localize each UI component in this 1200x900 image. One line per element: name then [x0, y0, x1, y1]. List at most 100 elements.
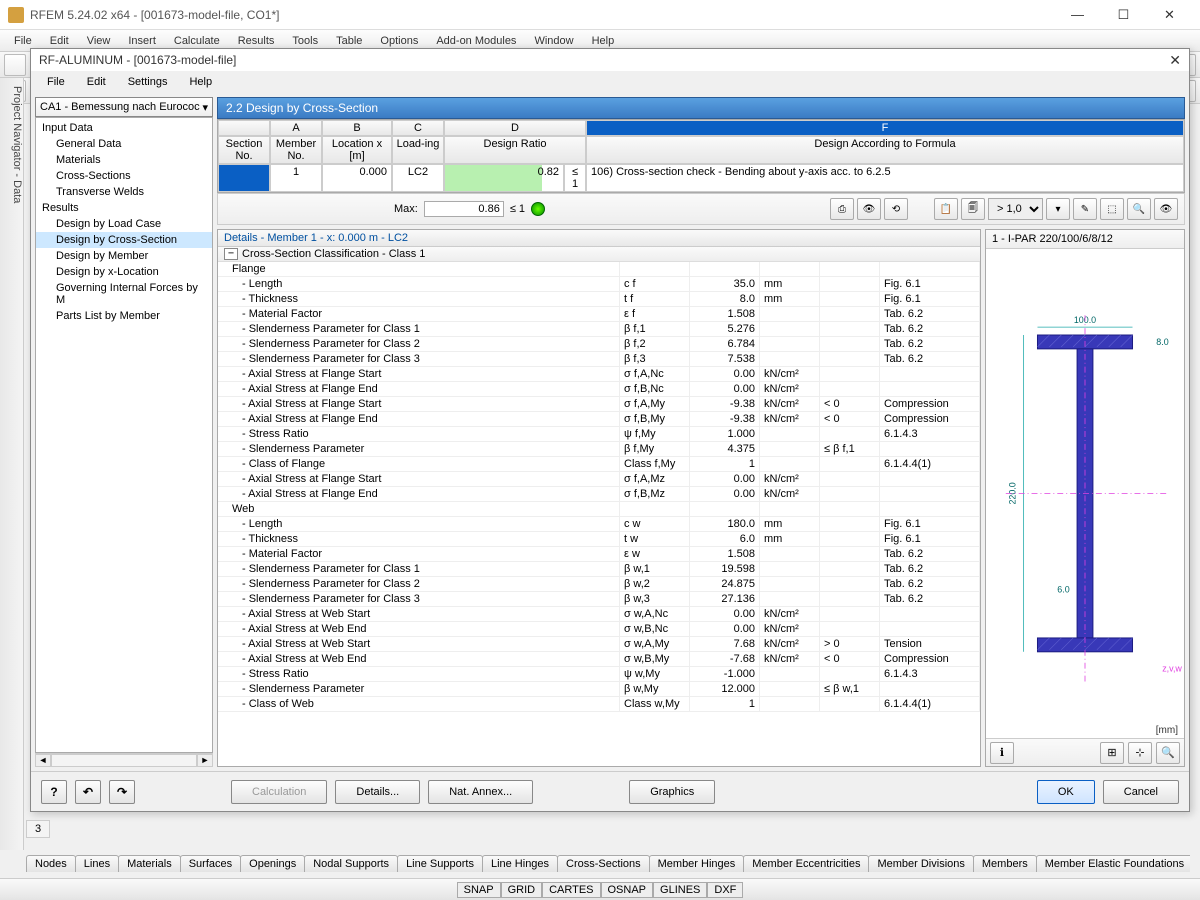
scroll-left-icon[interactable]: ◄	[35, 754, 51, 767]
table-tab[interactable]: Member Eccentricities	[743, 855, 869, 872]
detail-row[interactable]: - Slenderness Parameterβ f,My4.375≤ β f,…	[218, 442, 980, 457]
detail-row[interactable]: - Slenderness Parameter for Class 3β w,3…	[218, 592, 980, 607]
table-tab[interactable]: Members	[973, 855, 1037, 872]
detail-row[interactable]: - Axial Stress at Flange Startσ f,A,Mz0.…	[218, 472, 980, 487]
maximize-button[interactable]: ☐	[1101, 1, 1146, 29]
details-group[interactable]: − Cross-Section Classification - Class 1	[218, 247, 980, 262]
table-tab[interactable]: Member Hinges	[649, 855, 745, 872]
status-cartes[interactable]: CARTES	[542, 882, 600, 898]
detail-row[interactable]: - Axial Stress at Web Startσ w,A,My7.68k…	[218, 637, 980, 652]
tool-button[interactable]: 👁	[857, 198, 881, 220]
detail-row[interactable]: - Axial Stress at Web Endσ w,B,My-7.68kN…	[218, 652, 980, 667]
status-glines[interactable]: GLINES	[653, 882, 707, 898]
cs-tool-button[interactable]: 🔍	[1156, 742, 1180, 764]
nav-item[interactable]: Materials	[36, 152, 212, 168]
tool-button[interactable]: 🔍	[1127, 198, 1151, 220]
tool-button[interactable]: ⬚	[1100, 198, 1124, 220]
nav-results[interactable]: Results	[36, 200, 212, 216]
grid-row[interactable]: 1 0.000 LC2 0.82 ≤ 1 106) Cross-section …	[218, 164, 1184, 192]
detail-row[interactable]: - Slenderness Parameter for Class 1β f,1…	[218, 322, 980, 337]
menu-add-on-modules[interactable]: Add-on Modules	[428, 33, 524, 49]
detail-row[interactable]: - Stress Ratioψ w,My-1.0006.1.4.3	[218, 667, 980, 682]
table-tab[interactable]: Line Supports	[397, 855, 483, 872]
detail-row[interactable]: - Axial Stress at Flange Startσ f,A,My-9…	[218, 397, 980, 412]
dlg-menu-file[interactable]: File	[37, 74, 75, 90]
nav-input-data[interactable]: Input Data	[36, 120, 212, 136]
scroll-right-icon[interactable]: ►	[197, 754, 213, 767]
tool-button[interactable]: ✎	[1073, 198, 1097, 220]
row-selector[interactable]	[218, 164, 270, 192]
info-button[interactable]: ℹ	[990, 742, 1014, 764]
minimize-button[interactable]: —	[1055, 1, 1100, 29]
nav-item[interactable]: Design by Cross-Section	[36, 232, 212, 248]
table-tab[interactable]: Lines	[75, 855, 119, 872]
nav-item[interactable]: Design by x-Location	[36, 264, 212, 280]
detail-row[interactable]: - Thicknesst w6.0mmFig. 6.1	[218, 532, 980, 547]
dlg-menu-settings[interactable]: Settings	[118, 74, 178, 90]
table-tab[interactable]: Member Divisions	[868, 855, 973, 872]
table-tab[interactable]: Nodes	[26, 855, 76, 872]
nav-item[interactable]: Transverse Welds	[36, 184, 212, 200]
help-button[interactable]: ?	[41, 780, 67, 804]
filter-select[interactable]: > 1,0	[988, 198, 1043, 220]
menu-options[interactable]: Options	[372, 33, 426, 49]
detail-row[interactable]: - Thicknesst f8.0mmFig. 6.1	[218, 292, 980, 307]
details-table[interactable]: Details - Member 1 - x: 0.000 m - LC2 − …	[217, 229, 981, 767]
status-snap[interactable]: SNAP	[457, 882, 501, 898]
detail-row[interactable]: - Class of WebClass w,My16.1.4.4(1)	[218, 697, 980, 712]
dlg-menu-edit[interactable]: Edit	[77, 74, 116, 90]
max-value-field[interactable]	[424, 201, 504, 217]
results-grid[interactable]: A B C D F Section No. Member No. Locatio…	[217, 119, 1185, 193]
dialog-close-button[interactable]: ✕	[1169, 52, 1181, 69]
detail-row[interactable]: - Axial Stress at Flange Endσ f,B,Nc0.00…	[218, 382, 980, 397]
status-osnap[interactable]: OSNAP	[601, 882, 654, 898]
nat-annex-button[interactable]: Nat. Annex...	[428, 780, 533, 804]
table-tab[interactable]: Materials	[118, 855, 181, 872]
table-tab[interactable]: Member Elastic Foundations	[1036, 855, 1190, 872]
menu-window[interactable]: Window	[526, 33, 581, 49]
dlg-menu-help[interactable]: Help	[179, 74, 222, 90]
nav-item[interactable]: General Data	[36, 136, 212, 152]
ok-button[interactable]: OK	[1037, 780, 1095, 804]
menu-calculate[interactable]: Calculate	[166, 33, 228, 49]
detail-row[interactable]: - Axial Stress at Flange Endσ f,B,My-9.3…	[218, 412, 980, 427]
nav-item[interactable]: Design by Member	[36, 248, 212, 264]
detail-row[interactable]: - Lengthc f35.0mmFig. 6.1	[218, 277, 980, 292]
table-tab[interactable]: Surfaces	[180, 855, 241, 872]
table-tab[interactable]: Openings	[240, 855, 305, 872]
detail-row[interactable]: - Slenderness Parameter for Class 2β w,2…	[218, 577, 980, 592]
status-dxf[interactable]: DXF	[707, 882, 743, 898]
detail-row[interactable]: - Axial Stress at Flange Endσ f,B,Mz0.00…	[218, 487, 980, 502]
calculation-button[interactable]: Calculation	[231, 780, 327, 804]
menu-file[interactable]: File	[6, 33, 40, 49]
tool-button[interactable]: 📋	[934, 198, 958, 220]
tool-button[interactable]: 🗐	[961, 198, 985, 220]
detail-row[interactable]: - Slenderness Parameter for Class 1β w,1…	[218, 562, 980, 577]
cs-tool-button[interactable]: ⊞	[1100, 742, 1124, 764]
menu-results[interactable]: Results	[230, 33, 283, 49]
detail-row[interactable]: - Slenderness Parameter for Class 3β f,3…	[218, 352, 980, 367]
toolbar-button[interactable]	[4, 54, 26, 76]
detail-row[interactable]: - Axial Stress at Web Endσ w,B,Nc0.00kN/…	[218, 622, 980, 637]
project-navigator-tab[interactable]: Project Navigator - Data	[0, 78, 24, 850]
menu-table[interactable]: Table	[328, 33, 370, 49]
menu-help[interactable]: Help	[584, 33, 623, 49]
collapse-icon[interactable]: −	[224, 248, 238, 260]
menu-insert[interactable]: Insert	[120, 33, 164, 49]
graphics-button[interactable]: Graphics	[629, 780, 715, 804]
prev-button[interactable]: ↶	[75, 780, 101, 804]
nav-item[interactable]: Parts List by Member	[36, 308, 212, 324]
cs-tool-button[interactable]: ⊹	[1128, 742, 1152, 764]
next-button[interactable]: ↷	[109, 780, 135, 804]
tool-button[interactable]: 👁	[1154, 198, 1178, 220]
nav-hscroll[interactable]: ◄ ►	[35, 753, 213, 767]
detail-row[interactable]: - Class of FlangeClass f,My16.1.4.4(1)	[218, 457, 980, 472]
detail-row[interactable]: - Material Factorε w1.508Tab. 6.2	[218, 547, 980, 562]
status-grid[interactable]: GRID	[501, 882, 543, 898]
nav-item[interactable]: Governing Internal Forces by M	[36, 280, 212, 308]
menu-tools[interactable]: Tools	[284, 33, 326, 49]
detail-row[interactable]: - Stress Ratioψ f,My1.0006.1.4.3	[218, 427, 980, 442]
detail-row[interactable]: - Lengthc w180.0mmFig. 6.1	[218, 517, 980, 532]
detail-row[interactable]: Flange	[218, 262, 980, 277]
menu-view[interactable]: View	[79, 33, 119, 49]
